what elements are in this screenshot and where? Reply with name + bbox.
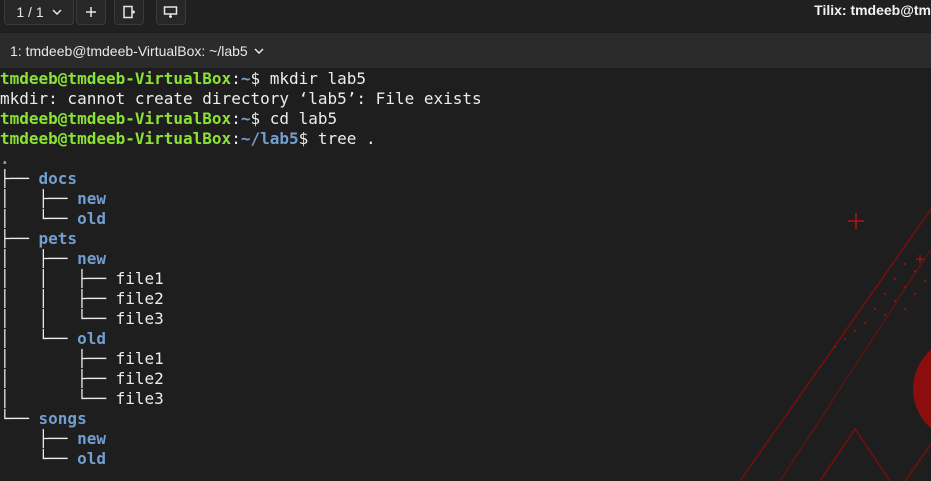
prompt-user: tmdeeb@tmdeeb-VirtualBox bbox=[0, 109, 232, 128]
prompt-line: tmdeeb@tmdeeb-VirtualBox:~$ mkdir lab5 bbox=[0, 69, 367, 88]
tree-directory: old bbox=[77, 449, 106, 468]
tree-line: │ └── file3 bbox=[0, 389, 482, 409]
tree-branch: └── bbox=[0, 409, 39, 428]
tree-line: │ ├── file2 bbox=[0, 369, 482, 389]
tree-branch: ├── bbox=[0, 429, 78, 448]
split-right-button[interactable] bbox=[114, 0, 144, 25]
command-text: tree . bbox=[317, 129, 376, 148]
tree-branch: │ │ ├── bbox=[0, 269, 116, 288]
chevron-down-icon bbox=[52, 9, 62, 15]
tree-branch: │ │ └── bbox=[0, 309, 116, 328]
tree-file: file3 bbox=[115, 389, 164, 408]
plus-icon bbox=[86, 7, 96, 17]
tree-branch: │ └── bbox=[0, 329, 78, 348]
tree-directory: docs bbox=[38, 169, 78, 188]
tree-branch: │ ├── bbox=[0, 249, 78, 268]
terminal-tab[interactable]: 1: tmdeeb@tmdeeb-VirtualBox: ~/lab5 bbox=[0, 33, 274, 68]
tree-directory: new bbox=[77, 429, 106, 448]
tree-file: file1 bbox=[115, 269, 164, 288]
prompt-path: ~/lab5 bbox=[240, 129, 299, 148]
tree-file: file3 bbox=[115, 309, 164, 328]
split-down-button[interactable] bbox=[156, 0, 186, 25]
terminal-view[interactable]: tmdeeb@tmdeeb-VirtualBox:~$ mkdir lab5 mk… bbox=[0, 69, 931, 481]
prompt-user: tmdeeb@tmdeeb-VirtualBox bbox=[0, 69, 232, 88]
title-bar: 1 / 1 Tilix: tmdeeb@tm bbox=[0, 0, 931, 32]
tree-branch: └── bbox=[0, 449, 78, 468]
tree-line: └── songs bbox=[0, 409, 482, 429]
tree-line: │ └── old bbox=[0, 329, 482, 349]
terminal-tab-bar: 1: tmdeeb@tmdeeb-VirtualBox: ~/lab5 bbox=[0, 33, 931, 69]
tree-branch: │ ├── bbox=[0, 349, 116, 368]
tree-line: │ ├── file1 bbox=[0, 349, 482, 369]
output-text: mkdir: cannot create directory ‘lab5’: F… bbox=[0, 89, 482, 108]
tree-file: file1 bbox=[115, 349, 164, 368]
tree-line: . bbox=[0, 149, 482, 169]
tree-line: ├── docs bbox=[0, 169, 482, 189]
tree-directory: new bbox=[77, 249, 106, 268]
tree-directory: old bbox=[77, 329, 106, 348]
prompt-line: tmdeeb@tmdeeb-VirtualBox:~$ cd lab5 bbox=[0, 109, 338, 128]
prompt-path: ~ bbox=[240, 109, 251, 128]
tree-branch: │ ├── bbox=[0, 189, 78, 208]
tree-line: │ │ ├── file1 bbox=[0, 269, 482, 289]
tree-line: ├── pets bbox=[0, 229, 482, 249]
tree-line: │ ├── new bbox=[0, 189, 482, 209]
split-right-icon bbox=[123, 5, 135, 19]
app-title: Tilix: tmdeeb@tm bbox=[814, 2, 931, 18]
add-session-button[interactable] bbox=[76, 0, 106, 25]
output-line: mkdir: cannot create directory ‘lab5’: F… bbox=[0, 89, 482, 109]
tree-file: file2 bbox=[115, 369, 164, 388]
session-counter: 1 / 1 bbox=[16, 4, 44, 20]
tree-branch: │ │ ├── bbox=[0, 289, 116, 308]
prompt-path: ~ bbox=[240, 69, 251, 88]
tree-directory: songs bbox=[38, 409, 87, 428]
terminal-tab-label: 1: tmdeeb@tmdeeb-VirtualBox: ~/lab5 bbox=[10, 42, 248, 59]
tree-branch: │ └── bbox=[0, 209, 78, 228]
tree-line: │ │ └── file3 bbox=[0, 309, 482, 329]
prompt-line: tmdeeb@tmdeeb-VirtualBox:~/lab5$ tree . bbox=[0, 129, 376, 148]
tree-line: │ │ ├── file2 bbox=[0, 289, 482, 309]
session-switcher[interactable]: 1 / 1 bbox=[4, 0, 74, 25]
tree-line: │ ├── new bbox=[0, 249, 482, 269]
command-text: cd lab5 bbox=[269, 109, 338, 128]
terminal-output: tmdeeb@tmdeeb-VirtualBox:~$ mkdir lab5 mk… bbox=[0, 69, 482, 469]
tree-directory: . bbox=[0, 149, 10, 168]
tree-branch: │ └── bbox=[0, 389, 116, 408]
tree-file: file2 bbox=[115, 289, 164, 308]
split-down-icon bbox=[163, 6, 178, 18]
tree-line: ├── new bbox=[0, 429, 482, 449]
tree-branch: ├── bbox=[0, 169, 39, 188]
chevron-down-icon[interactable] bbox=[254, 47, 264, 54]
tree-line: └── old bbox=[0, 449, 482, 469]
tree-line: │ └── old bbox=[0, 209, 482, 229]
command-text: mkdir lab5 bbox=[269, 69, 367, 88]
tree-directory: pets bbox=[38, 229, 78, 248]
tree-directory: new bbox=[77, 189, 106, 208]
tree-branch: ├── bbox=[0, 229, 39, 248]
tree-directory: old bbox=[77, 209, 106, 228]
tree-branch: │ ├── bbox=[0, 369, 116, 388]
prompt-user: tmdeeb@tmdeeb-VirtualBox bbox=[0, 129, 232, 148]
